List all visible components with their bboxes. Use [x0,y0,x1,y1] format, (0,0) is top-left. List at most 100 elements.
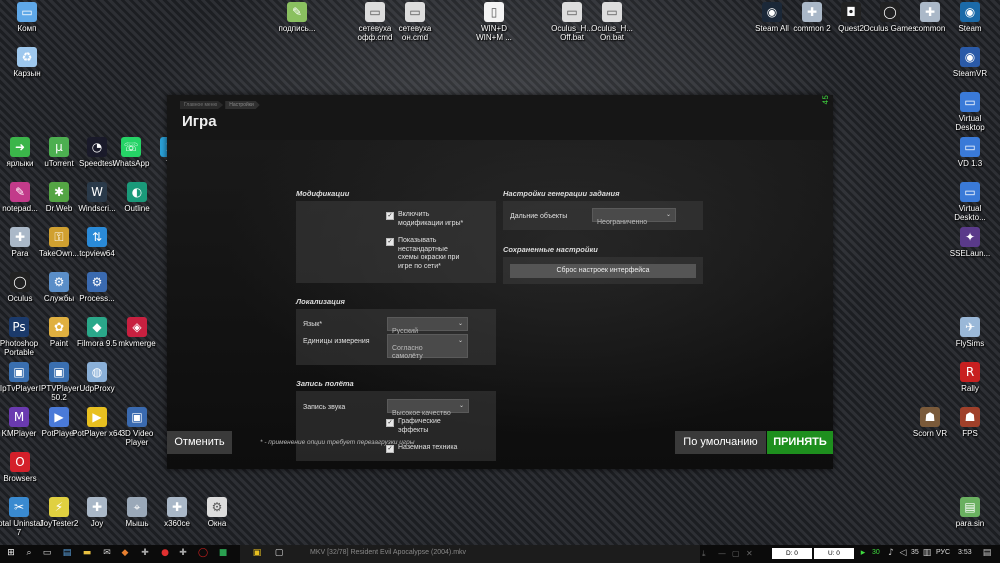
cancel-button[interactable]: Отменить [167,431,232,454]
speaker-icon[interactable]: ♪ [886,548,896,559]
desktop-icon-flysims[interactable]: ✈ FlySims [943,317,997,348]
desktop-icon-tcpview[interactable]: ⇅ tcpview64 [70,227,124,258]
desktop-icon-browsers[interactable]: O Browsers [0,452,47,483]
desktop-icon-label: SSELaun... [949,249,991,258]
desktop-icon-3dvideo[interactable]: ▣ 3D Video Player [110,407,164,447]
start-icon[interactable]: ⊞ [6,548,16,559]
custom-skins-option[interactable]: ✓ Показывать нестандартные схемы окраски… [386,237,459,271]
app-icon[interactable]: ◆ [120,548,130,559]
task-view-icon[interactable]: ▭ [42,548,52,559]
notifications-icon[interactable]: ▤ [982,548,992,559]
close-icon[interactable]: ✕ [746,549,753,558]
net-upload-indicator: U: 0 [814,548,854,559]
minimize-icon[interactable]: — [718,549,726,558]
desktop-icon-label: Комп [17,24,37,33]
enable-mods-checkbox[interactable]: ✓ [386,212,394,220]
desktop-icon-label: tcpview64 [79,249,115,258]
maximize-icon[interactable]: ▢ [732,549,740,558]
game-settings-window: Главное меню Настройки Игра 45 Модификац… [167,95,833,469]
ground-vehicles-checkbox[interactable]: ✓ [386,445,394,453]
graphics-effects-checkbox[interactable]: ✓ [386,419,394,427]
volume-icon[interactable]: ◁ [898,548,908,559]
desktop-icon-label: Окна [207,519,227,528]
taskbar: ⊞ ⌕ ▭ ▤ ▬ ✉ ◆ ✚ ● ✚ ◯ ■ ▣ ▢ MKV [32/78] … [0,545,1000,563]
opera-icon[interactable]: ◯ [198,548,208,559]
network-icon[interactable]: ▥ [922,548,932,559]
sound-quality-dropdown[interactable]: Высокое качество ⌄ [387,399,469,417]
folder-icon[interactable]: ▬ [82,548,92,559]
monitor-icon: ▭ [960,92,980,112]
clock[interactable]: 3:53 [958,549,972,556]
dirt-icon: R [960,362,980,382]
download-icon[interactable]: ⤓ [702,549,706,559]
language-dropdown[interactable]: Русский ⌄ [387,317,468,335]
breadcrumb-main-menu[interactable]: Главное меню [180,101,224,109]
scorn-icon: ☗ [920,407,940,427]
desktop-icon-label: UdpProxy [79,384,115,393]
desktop-icon-komp[interactable]: ▭ Комп [0,2,54,33]
paint-icon: ✿ [49,317,69,337]
far-objects-value: Неограниченно [597,219,648,226]
custom-skins-checkbox[interactable]: ✓ [386,238,394,246]
desktop-icon-steamvr[interactable]: ◉ SteamVR [943,47,997,78]
desktop-icon-oculus_on[interactable]: ▭ Oculus_H... On.bat [585,2,639,42]
desktop-icon-sselauncher[interactable]: ✦ SSELaun... [943,227,997,258]
desktop-icon-karzyn[interactable]: ♻ Карзын [0,47,54,78]
chevron-down-icon: ⌄ [457,337,463,344]
custom-skins-label: Показывать нестандартные схемы окраски п… [398,237,460,270]
desktop-icon-outline[interactable]: ◐ Outline [110,182,164,213]
desktop-icon-process[interactable]: ⚙ Process... [70,272,124,303]
gamepad-icon[interactable]: ✚ [178,548,188,559]
desktop-icon-steam[interactable]: ◉ Steam [943,2,997,33]
desktop-icon-podpis[interactable]: ✎ подпись... [270,2,324,33]
monitor-icon: ▭ [960,137,980,157]
media-player-window-button[interactable]: ▣ ▢ MKV [32/78] Resident Evil Apocalypse… [240,545,753,563]
gamepad-icon: ✚ [920,2,940,22]
gamepad-icon[interactable]: ✚ [140,548,150,559]
desktop-icon-label: сетевуха он.cmd [398,24,432,42]
mission-settings-title: Настройки генерации задания [503,189,620,198]
desktop-icon-udpproxy[interactable]: ◍ UdpProxy [70,362,124,393]
units-dropdown[interactable]: Согласно самолёту ⌄ [387,334,468,360]
enable-mods-label: Включить модификации игры* [398,211,464,227]
settings-header: Главное меню Настройки Игра [167,95,833,140]
gear-icon: ⚙ [207,497,227,517]
opera-icon[interactable]: ● [160,548,170,559]
sound-record-label: Запись звука [303,404,346,411]
notepad-icon: ✎ [10,182,30,202]
desktop-icon-vd13[interactable]: ▭ VD 1.3 [943,137,997,168]
reset-interface-button[interactable]: Сброс настроек интерфейса [510,264,696,278]
graphics-effects-option[interactable]: ✓ Графические эффекты [386,418,441,435]
desktop-icon-parasin[interactable]: ▤ para.sin [943,497,997,528]
globe-icon: ◍ [87,362,107,382]
desktop-icon-label: FlySims [955,339,985,348]
desktop-icon-setevuha_on[interactable]: ▭ сетевуха он.cmd [388,2,442,42]
enable-mods-option[interactable]: ✓ Включить модификации игры* [386,211,463,228]
desktop-icon-rally[interactable]: R Rally [943,362,997,393]
explorer-icon[interactable]: ▤ [62,548,72,559]
desktop-icon-okna[interactable]: ⚙ Окна [190,497,244,528]
drweb-icon: ✱ [49,182,69,202]
search-icon[interactable]: ⌕ [24,548,34,559]
language-indicator[interactable]: РУС [936,549,950,556]
breadcrumb-settings[interactable]: Настройки [225,101,260,109]
defaults-button[interactable]: По умолчанию [675,431,766,454]
desktop-icon-virtualdeskto2[interactable]: ▭ Virtual Deskto... [943,182,997,222]
desktop-icon-winD[interactable]: ▯ WIN+D WIN+M ... [467,2,521,42]
play-icon: ▶ [49,407,69,427]
desktop-icon-label: Rally [961,384,979,393]
restart-footnote: * - применение опции требует перезагрузк… [260,439,415,446]
accept-button[interactable]: ПРИНЯТЬ [767,431,833,454]
network-icon: ⇅ [87,227,107,247]
flight-record-title: Запись полёта [296,379,354,388]
far-objects-dropdown[interactable]: Неограниченно ⌄ [592,208,676,226]
desktop-icon-virtualdesktop[interactable]: ▭ Virtual Desktop [943,92,997,132]
app-icon[interactable]: ■ [218,548,228,559]
desktop-icon-mkvmerge[interactable]: ◈ mkvmerge [110,317,164,348]
units-label: Единицы измерения [303,338,370,345]
saved-settings-title: Сохраненные настройки [503,245,598,254]
mail-icon[interactable]: ✉ [102,548,112,559]
desktop-icon-fps[interactable]: ☗ FPS [943,407,997,438]
gamepad-icon: ✚ [167,497,187,517]
graphics-effects-label: Графические эффекты [398,418,441,434]
